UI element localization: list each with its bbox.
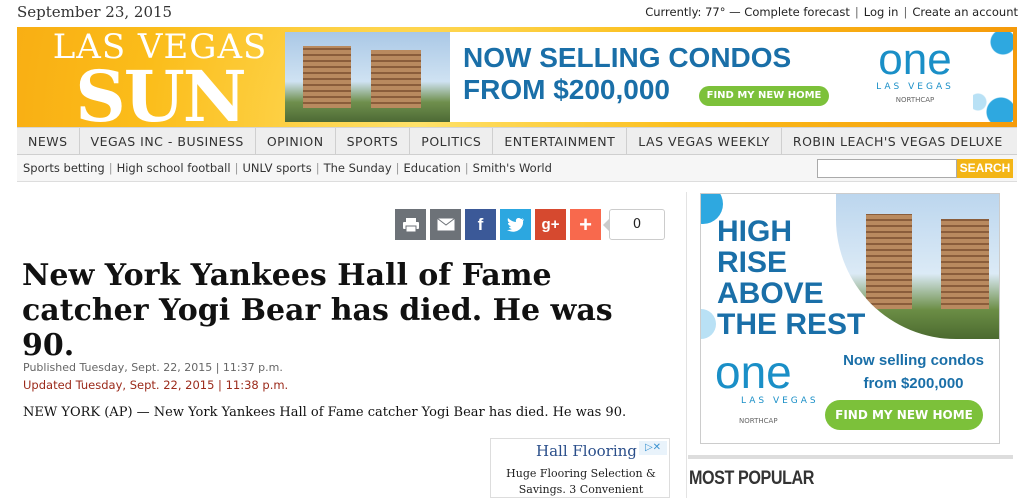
northcap-logo: NORTHCAP xyxy=(739,417,778,425)
sidebar-ad[interactable]: HIGH RISE ABOVE THE REST one LAS VEGAS N… xyxy=(700,193,1000,444)
sidebar-ad-headline: HIGH RISE ABOVE THE REST xyxy=(717,215,866,341)
most-popular-heading: MOST POPULAR xyxy=(689,468,815,489)
email-icon[interactable] xyxy=(430,209,461,240)
inline-ad-description: Huge Flooring Selection & Savings. 3 Con… xyxy=(506,467,656,496)
search-button[interactable]: SEARCH xyxy=(957,159,1013,178)
subnav-item-high-school-football[interactable]: High school football xyxy=(117,161,231,175)
addthis-icon[interactable]: + xyxy=(570,209,601,240)
sub-nav: Sports betting | High school football | … xyxy=(17,155,1017,182)
adchoices-icon[interactable]: ▷✕ xyxy=(639,441,667,455)
share-toolbar: f g+ + 0 xyxy=(395,209,665,240)
create-account-link[interactable]: Create an account xyxy=(912,5,1018,19)
sub-nav-links: Sports betting | High school football | … xyxy=(23,161,552,175)
subnav-item-the-sunday[interactable]: The Sunday xyxy=(324,161,392,175)
nav-item-news[interactable]: NEWS xyxy=(17,128,80,154)
nav-item-sports[interactable]: SPORTS xyxy=(336,128,411,154)
separator: | xyxy=(854,5,859,19)
print-icon[interactable] xyxy=(395,209,426,240)
twitter-icon[interactable] xyxy=(500,209,531,240)
updated-date: Updated Tuesday, Sept. 22, 2015 | 11:38 … xyxy=(23,378,289,392)
share-count: 0 xyxy=(603,209,665,240)
condo-towers-image xyxy=(285,32,450,122)
inline-text-ad[interactable]: Hall Flooring ▷✕ Huge Flooring Selection… xyxy=(490,438,670,498)
current-date: September 23, 2015 xyxy=(17,3,173,21)
subnav-item-smiths-world[interactable]: Smith's World xyxy=(473,161,552,175)
main-nav: NEWS VEGAS INC - BUSINESS OPINION SPORTS… xyxy=(17,127,1017,155)
weather-forecast-link[interactable]: Currently: 77° — Complete forecast xyxy=(645,5,850,19)
nav-item-entertainment[interactable]: ENTERTAINMENT xyxy=(493,128,628,154)
subnav-item-education[interactable]: Education xyxy=(404,161,461,175)
article-title: New York Yankees Hall of Fame catcher Yo… xyxy=(22,258,613,363)
inline-ad-title[interactable]: Hall Flooring xyxy=(536,442,637,460)
nav-item-vegas-inc[interactable]: VEGAS INC - BUSINESS xyxy=(80,128,256,154)
published-date: Published Tuesday, Sept. 22, 2015 | 11:3… xyxy=(23,361,283,374)
nav-item-las-vegas-weekly[interactable]: LAS VEGAS WEEKLY xyxy=(627,128,782,154)
login-link[interactable]: Log in xyxy=(864,5,899,19)
nav-item-politics[interactable]: POLITICS xyxy=(410,128,494,154)
decorative-dots xyxy=(973,32,1013,122)
article: f g+ + 0 New York Yankees Hall of Fame c… xyxy=(17,182,685,498)
las-vegas-sun-logo[interactable]: LAS VEGAS SUN xyxy=(45,27,275,138)
one-las-vegas-logo: one LAS VEGAS NORTHCAP xyxy=(876,35,954,105)
sidebar-ad-offer: Now selling condos from $200,000 xyxy=(843,352,984,392)
banner-ad[interactable]: NOW SELLING CONDOS FROM $200,000 FIND MY… xyxy=(285,32,1013,122)
subnav-item-sports-betting[interactable]: Sports betting xyxy=(23,161,105,175)
subnav-item-unlv-sports[interactable]: UNLV sports xyxy=(242,161,311,175)
googleplus-icon[interactable]: g+ xyxy=(535,209,566,240)
column-divider xyxy=(686,192,687,498)
logo-subtitle: LAS VEGAS xyxy=(741,396,819,406)
nav-item-robin-leach[interactable]: ROBIN LEACH'S VEGAS DELUXE xyxy=(782,128,1014,154)
top-links: Currently: 77° — Complete forecast | Log… xyxy=(645,5,1018,19)
sidebar-find-home-button[interactable]: FIND MY NEW HOME xyxy=(825,400,983,430)
section-rule xyxy=(688,455,1013,459)
search-input[interactable] xyxy=(817,159,957,178)
article-body: NEW YORK (AP) — New York Yankees Hall of… xyxy=(23,405,627,420)
banner-find-home-button[interactable]: FIND MY NEW HOME xyxy=(699,86,829,106)
facebook-icon[interactable]: f xyxy=(465,209,496,240)
separator: | xyxy=(903,5,908,19)
masthead: LAS VEGAS SUN NOW SELLING CONDOS FROM $2… xyxy=(17,27,1017,138)
nav-item-opinion[interactable]: OPINION xyxy=(256,128,336,154)
one-las-vegas-logo: one xyxy=(715,346,792,398)
logo-line-2: SUN xyxy=(75,55,247,138)
top-bar: September 23, 2015 Currently: 77° — Comp… xyxy=(0,0,1036,26)
